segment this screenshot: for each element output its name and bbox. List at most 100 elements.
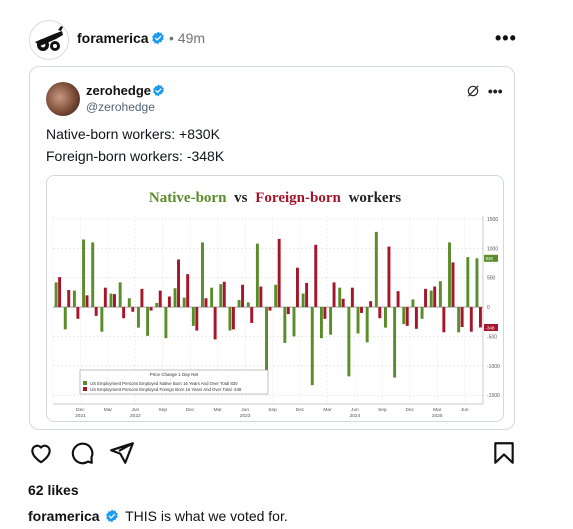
y-tick-label: -1000 [487,364,500,370]
profile-avatar[interactable] [29,20,69,60]
foreign-bar [314,244,318,308]
bar-chart: Native-born vs Foreign-born workers 1500… [52,190,500,419]
foreign-bar [433,286,437,308]
native-bar [265,307,268,378]
post-username[interactable]: foramerica [77,30,149,46]
x-tick-label: Sep [378,407,387,413]
native-bar [448,242,451,308]
foreign-bar [414,307,418,329]
save-bookmark-icon[interactable] [491,440,517,466]
native-bar [201,242,204,308]
embed-icons: ••• [466,83,503,99]
x-tick-label: Dec [186,407,195,413]
foreign-bar [387,246,391,308]
native-bar [191,307,195,326]
x-tick-label: Mar [433,407,442,413]
native-bar [402,307,406,325]
native-bar [457,307,461,333]
native-bar [393,307,397,378]
foreign-bar [323,307,327,319]
y-tick-label: 1000 [487,246,498,252]
y-tick-label: -1500 [487,393,500,399]
native-bar [420,307,424,319]
chart-legend: Price Change 1 Day Net US Employment Per… [79,369,269,395]
x-tick-label: Dec [76,407,85,413]
chart-title: Native-born vs Foreign-born workers [149,190,401,206]
legend-title: Price Change 1 Day Net [150,372,199,377]
embedded-tweet[interactable]: zerohedge @zerohedge ••• Native-born wor… [29,66,515,430]
verified-badge-icon [153,84,164,97]
foreign-bar [478,307,482,328]
native-last-value-badge: 830 [484,254,498,262]
embed-more-icon[interactable]: ••• [488,83,503,99]
legend-native-swatch [83,381,87,385]
native-bar [155,302,159,308]
foreign-bar [113,294,116,308]
embed-author-name[interactable]: zerohedge [86,83,151,98]
foreign-bar [360,307,363,313]
foreign-bar [58,277,62,308]
share-send-icon[interactable] [109,440,135,466]
x-tick-year: 2021 [75,413,86,419]
legend-foreign: US Employment Persons Employed Foreign B… [90,387,242,392]
native-bar [274,284,278,308]
foreign-bar [167,296,171,308]
caption-text: THIS is what we voted for. [125,508,288,524]
y-tick-label: 1500 [487,217,498,223]
x-tick-label: Jun [461,407,469,413]
native-bar [356,307,360,334]
native-bar [411,299,415,308]
cannon-logo-icon [35,26,63,51]
native-bar [301,293,305,308]
post-header: foramerica • 49m ••• [0,0,573,70]
foreign-bar [277,238,281,308]
foreign-bar [122,307,126,319]
native-bar [210,287,214,308]
native-bar [164,307,168,339]
native-bar [109,293,113,308]
comment-icon[interactable] [69,440,95,466]
native-bar [319,307,323,339]
x-tick-label: Dec [296,407,305,413]
native-bar [91,242,95,308]
zerohedge-avatar[interactable] [46,82,80,116]
foreign-bar [286,307,290,315]
foreign-bar [268,307,272,311]
native-bar [429,290,433,308]
more-options-button[interactable]: ••• [495,28,517,49]
foreign-bar [85,295,89,308]
foreign-bar [469,307,473,332]
embed-author-handle[interactable]: @zerohedge [86,100,155,114]
verified-badge-icon [152,31,164,45]
foreign-bar [94,307,98,316]
native-bar [82,239,86,308]
native-bar [466,257,470,308]
x-tick-label: Sep [159,407,168,413]
y-tick-label: -500 [487,334,497,340]
native-bar [310,307,314,386]
foreign-bar [204,298,208,308]
svg-text:830: 830 [486,256,494,261]
chart-image[interactable]: Native-born vs Foreign-born workers 1500… [46,175,504,422]
grok-icon[interactable] [466,84,480,98]
like-heart-icon[interactable] [28,440,54,466]
native-bar [182,297,186,308]
native-bar [146,307,150,336]
x-tick-label: Jun [351,407,359,413]
native-bar [374,231,378,308]
native-bar [127,298,131,308]
caption-username[interactable]: foramerica [28,508,100,524]
likes-count[interactable]: 62 likes [28,482,79,498]
x-tick-label: Dec [406,407,415,413]
x-tick-year: 2022 [130,413,141,419]
native-bar [228,307,232,331]
native-bar [100,307,104,332]
foreign-bar [460,307,464,328]
foreign-bar [67,290,71,308]
foreign-bar [149,307,153,311]
post-time: • 49m [169,30,206,46]
native-bar [255,243,259,308]
foreign-bar [231,307,235,330]
native-bar [118,282,122,308]
foreign-bar [186,274,190,308]
